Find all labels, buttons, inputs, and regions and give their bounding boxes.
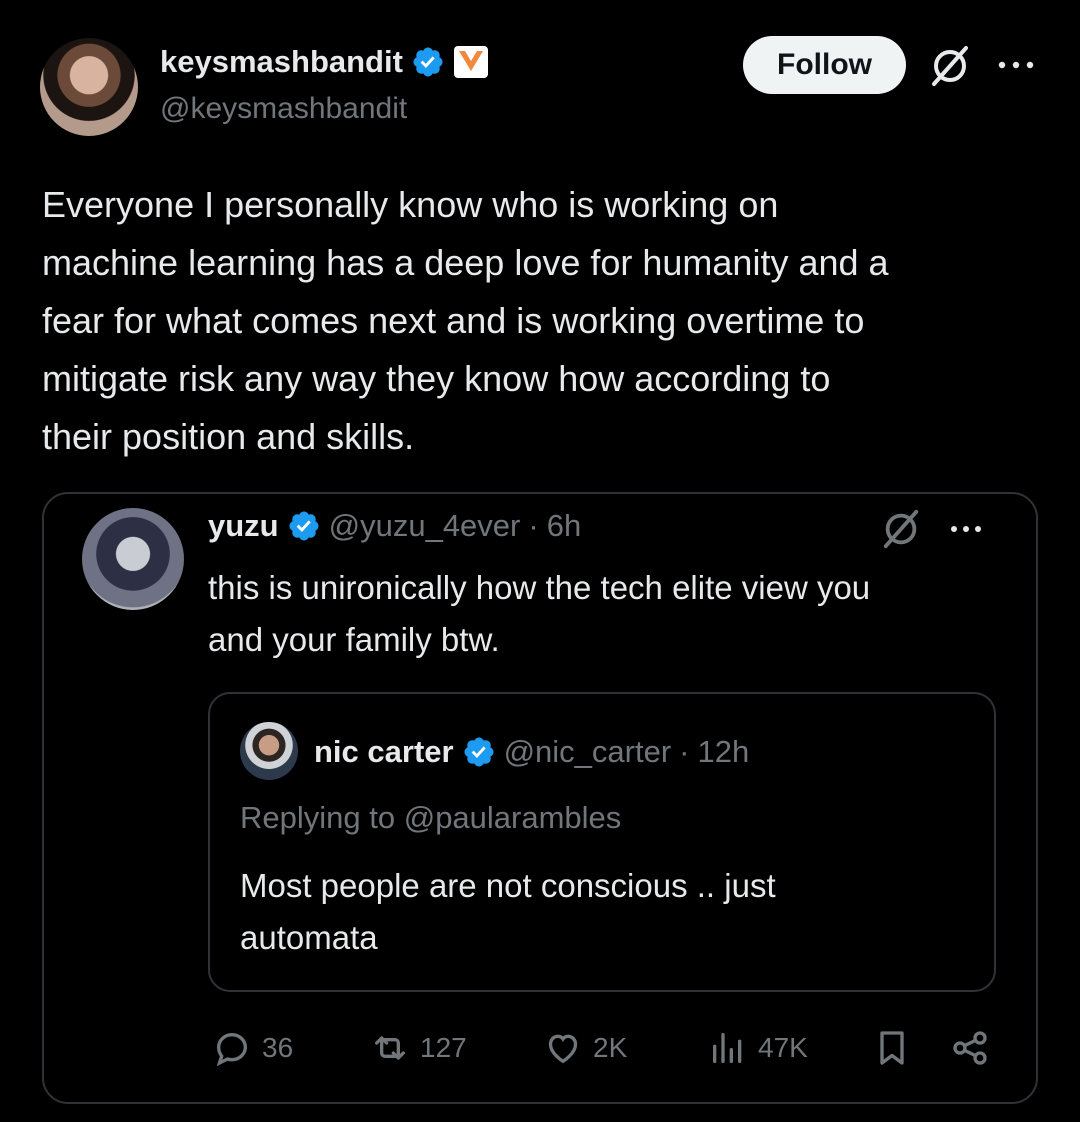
brand-badge-icon[interactable] [453,45,489,79]
inner-author-name[interactable]: nic carter [314,734,454,770]
quoted-timestamp[interactable]: 6h [547,508,581,544]
repost-icon [375,1036,405,1060]
author-name-row[interactable]: keysmashbandit [160,44,489,80]
tweet-text: Everyone I personally know who is workin… [42,184,889,457]
like-action[interactable]: 2K [543,1028,627,1068]
author-avatar[interactable] [40,38,138,136]
reply-count: 36 [262,1032,294,1063]
quoted-author-row: yuzu @yuzu_4ever · 6h [208,508,581,544]
reply-icon [216,1032,248,1067]
inner-author-row: nic carter @nic_carter · 12h [314,734,749,770]
inner-timestamp[interactable]: 12h [698,734,750,770]
verified-badge-icon [464,737,494,767]
inner-author-handle[interactable]: @nic_carter [504,734,672,770]
replying-to-handle[interactable]: @paularambles [404,800,622,835]
grok-icon[interactable] [928,44,972,88]
replying-to-label: Replying to [240,800,396,835]
repost-action[interactable]: 127 [370,1028,467,1068]
replying-to-line: Replying to @paularambles [240,800,621,836]
more-icon[interactable] [946,514,986,544]
views-action[interactable]: 47K [708,1028,808,1068]
author-handle[interactable]: @keysmashbandit [160,92,407,126]
grok-icon[interactable] [880,508,922,550]
bookmark-action[interactable] [872,1028,912,1068]
inner-tweet-text: Most people are not conscious .. just au… [240,867,776,956]
reply-action[interactable]: 36 [212,1028,293,1068]
bookmark-icon [880,1031,904,1065]
quoted-author-handle[interactable]: @yuzu_4ever [329,508,521,544]
more-icon[interactable] [994,50,1038,80]
share-action[interactable] [950,1028,990,1068]
verified-badge-icon [289,511,319,541]
inner-author-avatar[interactable] [240,722,298,780]
follow-button[interactable]: Follow [743,36,906,94]
views-count: 47K [758,1032,808,1063]
like-icon [548,1034,578,1064]
repost-count: 127 [420,1032,467,1063]
author-name[interactable]: keysmashbandit [160,44,403,80]
quoted-author-avatar[interactable] [82,508,184,610]
separator-dot: · [679,734,690,769]
share-icon [953,1031,987,1065]
quoted-author-name[interactable]: yuzu [208,508,279,544]
separator-dot: · [528,508,539,543]
verified-badge-icon [413,47,443,77]
quoted-tweet-text: this is unironically how the tech elite … [208,569,871,658]
views-icon [713,1033,742,1063]
like-count: 2K [593,1032,628,1063]
